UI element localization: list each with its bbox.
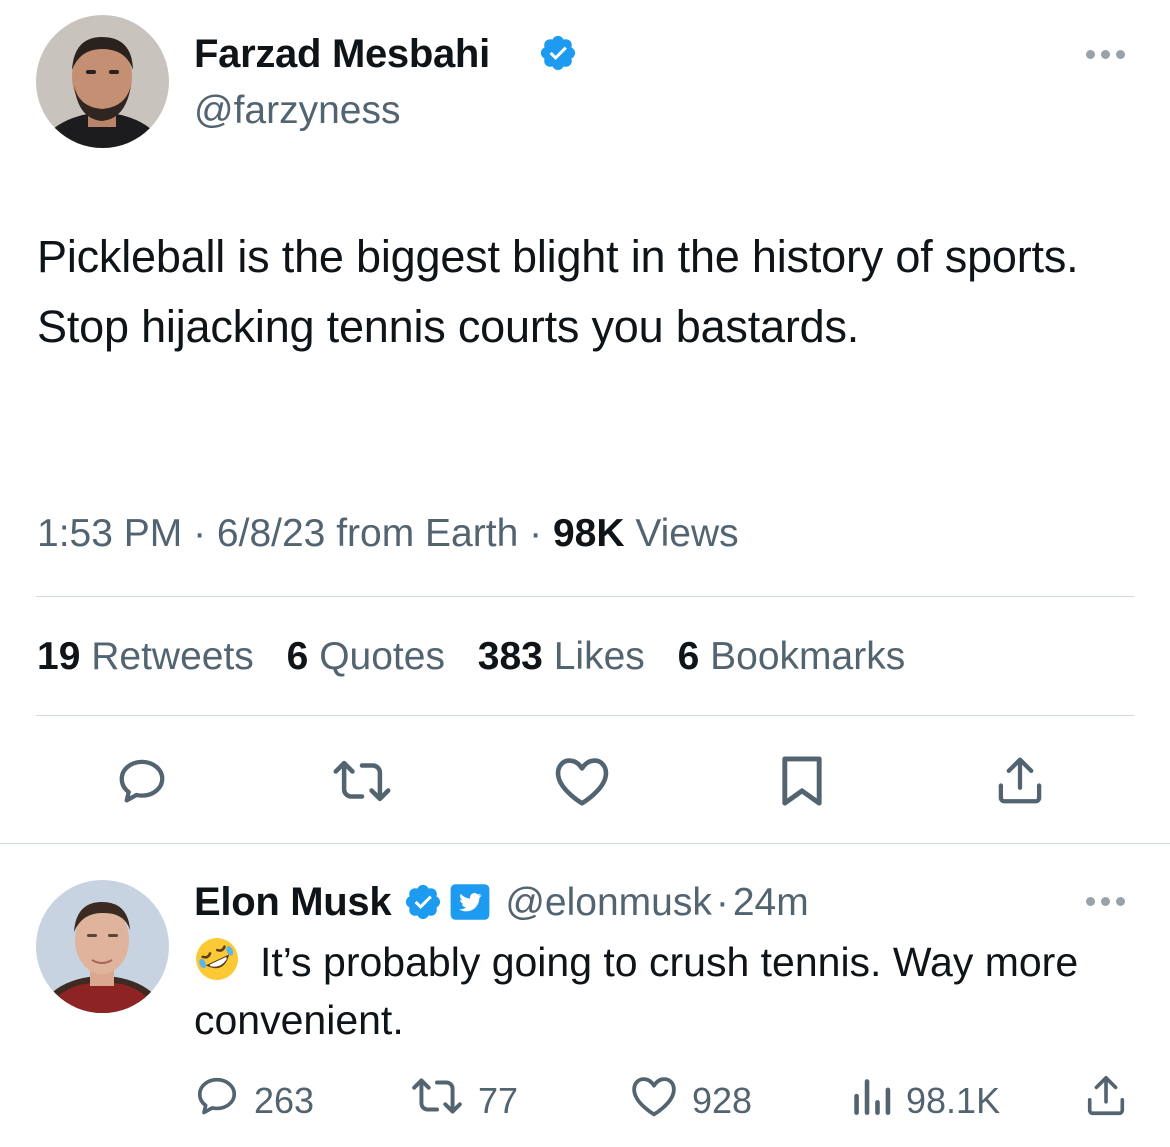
- tweet-source: from Earth: [336, 512, 519, 555]
- replies-count: 263: [254, 1079, 315, 1121]
- tweet-date[interactable]: 6/8/23: [217, 512, 325, 555]
- bookmark-icon: [779, 754, 825, 813]
- like-button[interactable]: [550, 755, 614, 811]
- like-icon: [553, 754, 611, 813]
- twitter-bird-icon: [449, 882, 491, 922]
- share-button[interactable]: [988, 755, 1052, 811]
- reply-author-handle[interactable]: @elonmusk: [505, 883, 712, 922]
- reply-button[interactable]: [110, 755, 174, 811]
- divider: [36, 715, 1134, 716]
- reply-share-button[interactable]: [1083, 1073, 1129, 1128]
- retweet-button[interactable]: [330, 755, 394, 811]
- likes-count: 928: [692, 1079, 753, 1121]
- tweet-time[interactable]: 1:53 PM: [37, 512, 182, 555]
- reply-views-button[interactable]: 98.1K: [850, 1073, 1000, 1128]
- views-count: 98.1K: [906, 1079, 1001, 1121]
- reply-icon: [194, 1073, 240, 1128]
- retweet-icon: [331, 754, 393, 813]
- verified-badge-icon: [403, 882, 443, 922]
- stat-bookmarks[interactable]: 6 Bookmarks: [678, 635, 906, 678]
- engagement-stats: 19 Retweets 6 Quotes 383 Likes 6 Bookmar…: [37, 635, 927, 679]
- retweets-count: 77: [478, 1079, 519, 1121]
- reply-time[interactable]: 24m: [733, 883, 809, 922]
- tweet-metadata: 1:53 PM · 6/8/23 from Earth · 98K Views: [37, 512, 739, 555]
- reply-more-options-icon[interactable]: [1086, 897, 1125, 906]
- author-name[interactable]: Farzad Mesbahi: [194, 34, 490, 74]
- reply-retweets-button[interactable]: 77: [410, 1073, 518, 1128]
- reply-author-name[interactable]: Elon Musk: [194, 882, 392, 922]
- reply-likes-button[interactable]: 928: [630, 1073, 752, 1128]
- stat-quotes[interactable]: 6 Quotes: [287, 635, 445, 678]
- verified-badge-icon: [538, 33, 578, 78]
- views-label: Views: [635, 512, 739, 555]
- views-count: 98K: [552, 512, 625, 555]
- tweet-text: Pickleball is the biggest blight in the …: [37, 231, 1079, 352]
- separator-dot: ·: [715, 880, 729, 924]
- retweet-icon: [410, 1073, 464, 1128]
- share-icon: [1083, 1073, 1129, 1128]
- views-icon: [850, 1073, 892, 1128]
- bookmark-button[interactable]: [770, 755, 834, 811]
- reply-replies-button[interactable]: 263: [194, 1073, 314, 1128]
- divider: [36, 596, 1134, 597]
- author-avatar[interactable]: [36, 15, 169, 148]
- stat-likes[interactable]: 383 Likes: [478, 635, 645, 678]
- reply-header: Elon Musk @elonmusk · 24m: [194, 880, 809, 924]
- section-divider: [0, 843, 1170, 844]
- reply-icon: [115, 754, 169, 813]
- rolling-on-the-floor-laughing-emoji: [194, 936, 240, 982]
- reply-body: It’s probably going to crush tennis. Way…: [194, 933, 1114, 1049]
- reply-author-avatar[interactable]: [36, 880, 169, 1013]
- like-icon: [630, 1073, 678, 1128]
- author-handle[interactable]: @farzyness: [194, 91, 400, 130]
- more-options-icon[interactable]: [1086, 50, 1125, 59]
- reply-text: It’s probably going to crush tennis. Way…: [194, 939, 1079, 1043]
- share-icon: [993, 754, 1047, 813]
- stat-retweets[interactable]: 19 Retweets: [37, 635, 254, 678]
